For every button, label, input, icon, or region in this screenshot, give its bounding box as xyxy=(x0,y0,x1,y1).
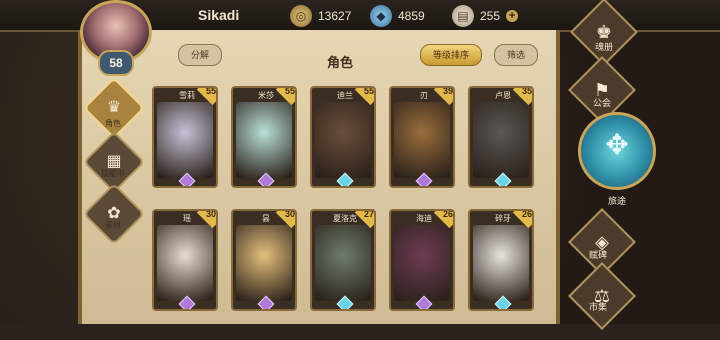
hero-portrait xyxy=(394,102,450,178)
hero-level: 30 xyxy=(284,209,296,219)
hero-card[interactable]: 卢恩 35 xyxy=(468,86,534,188)
blue-crystal-icon: ◆ xyxy=(370,5,392,27)
hero-level: 26 xyxy=(521,209,533,219)
gold-value: 13627 xyxy=(318,9,352,23)
market-label: 市集 xyxy=(588,302,607,312)
compass-icon: ✥ xyxy=(605,129,629,160)
tab-materials-label: 素材 xyxy=(105,221,121,230)
tab-materials[interactable]: ✿ xyxy=(82,182,146,246)
hero-level: 35 xyxy=(521,86,533,96)
crystal-counter: ◆ 4859 xyxy=(370,5,425,27)
hero-level: 26 xyxy=(442,209,454,219)
hero-portrait xyxy=(157,225,213,301)
decompose-button[interactable]: 分解 xyxy=(178,44,223,66)
hero-card[interactable]: 刃 39 xyxy=(389,86,455,188)
hero-portrait xyxy=(157,102,213,178)
guild-label: 公会 xyxy=(592,98,611,108)
hero-card[interactable]: 海迪 26 xyxy=(389,209,455,311)
hero-portrait xyxy=(236,102,292,178)
hero-card[interactable]: 瑶 30 xyxy=(152,209,218,311)
tab-characters-label: 角色 xyxy=(105,119,121,128)
hero-card[interactable]: 迪兰 55 xyxy=(310,86,376,188)
journey-label: 旅途 xyxy=(607,196,626,206)
player-name: Sikadi xyxy=(198,7,240,23)
hero-portrait xyxy=(315,225,371,301)
hero-card[interactable]: 雪莉 55 xyxy=(152,86,218,188)
hero-level: 55 xyxy=(363,86,375,96)
tab-characters[interactable]: ♛ xyxy=(82,76,146,140)
hero-card[interactable]: 昙 30 xyxy=(231,209,297,311)
scroll-icon: ▤ xyxy=(452,5,474,27)
hero-card[interactable]: 米莎 55 xyxy=(231,86,297,188)
hero-portrait xyxy=(315,102,371,178)
hero-portrait xyxy=(394,225,450,301)
hero-portrait xyxy=(473,225,529,301)
hero-level: 39 xyxy=(442,86,454,96)
gold-coin-icon: ◎ xyxy=(290,5,312,27)
stone-label: 赋碑 xyxy=(588,250,607,260)
hero-card[interactable]: 夏洛克 27 xyxy=(310,209,376,311)
hero-card[interactable]: 碎牙 26 xyxy=(468,209,534,311)
crystal-value: 4859 xyxy=(398,9,425,23)
hero-portrait xyxy=(473,102,529,178)
hero-level: 30 xyxy=(205,209,217,219)
scroll-counter: ▤ 255 + xyxy=(452,5,519,27)
panel-title: 角色 xyxy=(326,55,353,70)
hero-portrait xyxy=(236,225,292,301)
hero-level: 27 xyxy=(363,209,375,219)
level-sort-button[interactable]: 等级排序 xyxy=(420,44,483,66)
soul-book-label: 魂册 xyxy=(594,42,613,52)
gold-counter: ◎ 13627 xyxy=(290,5,351,27)
scroll-value: 255 xyxy=(480,9,501,23)
side-tabs: ♛ 角色 ▦ 技能书 ✿ 素材 xyxy=(82,72,146,324)
hero-level: 55 xyxy=(284,86,296,96)
hero-level: 55 xyxy=(205,86,217,96)
filter-button[interactable]: 筛选 xyxy=(494,44,539,66)
add-scroll-button[interactable]: + xyxy=(506,10,519,22)
tab-skill-books[interactable]: ▦ xyxy=(82,130,146,194)
tab-skill-books-label: 技能书 xyxy=(101,169,125,178)
journey-button[interactable]: ✥ xyxy=(578,112,656,190)
